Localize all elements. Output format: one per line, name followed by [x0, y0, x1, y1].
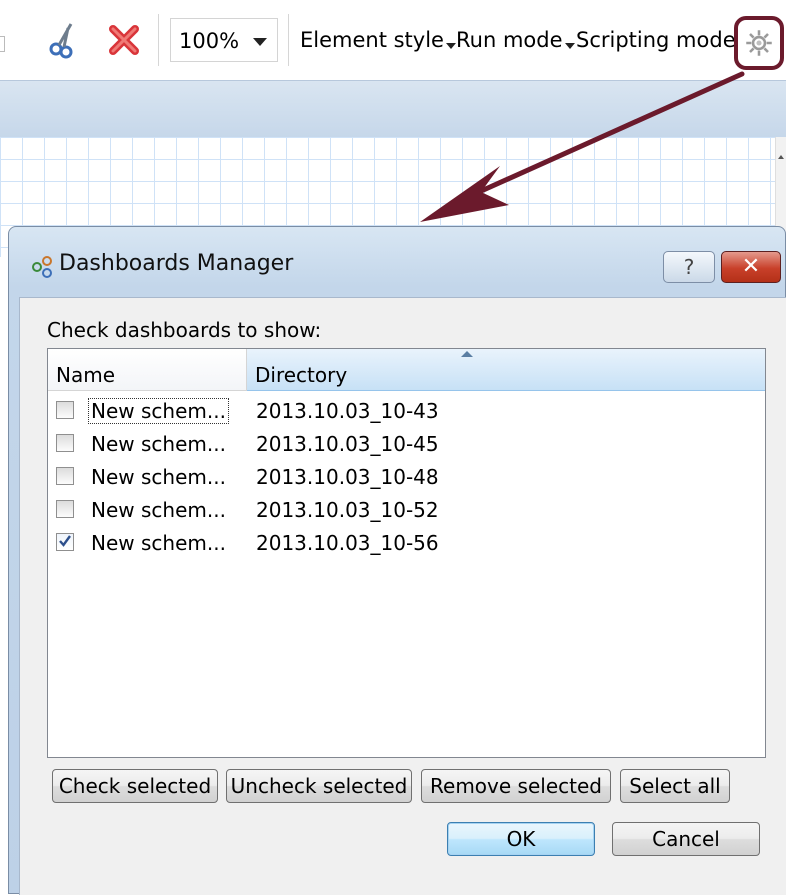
annotation-arrow	[420, 71, 745, 222]
